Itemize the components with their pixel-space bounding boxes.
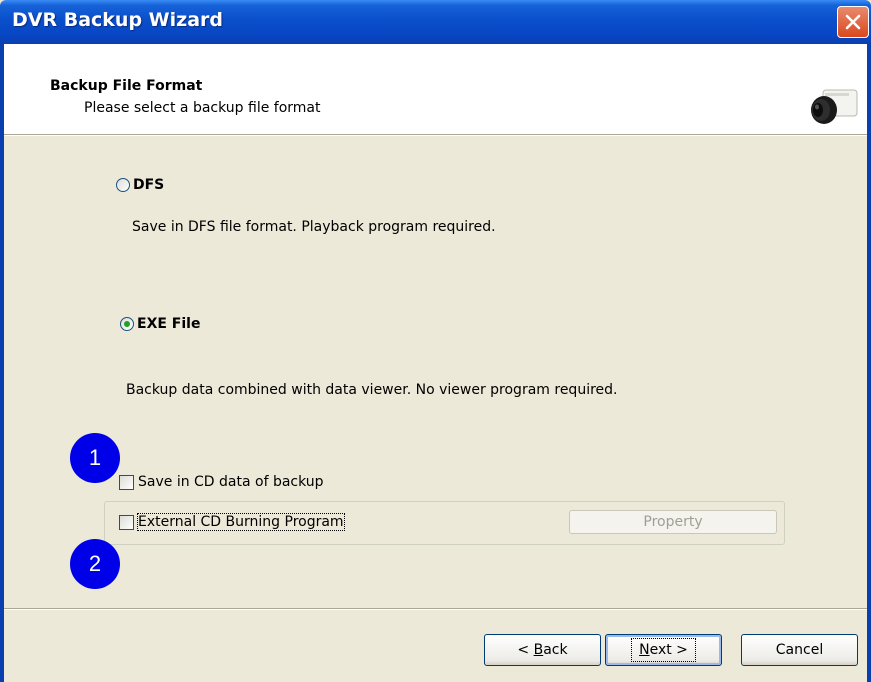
next-rest: ext > [649, 642, 688, 658]
page-title: Backup File Format [50, 78, 203, 94]
wizard-window: DVR Backup Wizard Backup File Format Ple… [0, 0, 871, 682]
page-subtitle: Please select a backup file format [84, 100, 321, 116]
exe-radio-option[interactable]: EXE File [120, 316, 200, 332]
save-cd-checkbox[interactable] [119, 474, 134, 490]
back-rest: ack [543, 642, 568, 658]
next-accel: N [639, 642, 650, 658]
property-button[interactable]: Property [569, 510, 777, 534]
back-accel: B [533, 642, 544, 658]
title-bar[interactable]: DVR Backup Wizard [0, 0, 871, 44]
exe-radio-label[interactable]: EXE File [137, 316, 200, 332]
back-button[interactable]: < Back [484, 634, 601, 666]
header-separator [4, 134, 867, 136]
next-button[interactable]: Next > [605, 634, 722, 666]
external-cd-checkbox[interactable] [119, 514, 134, 530]
external-cd-checkbox-row[interactable]: External CD Burning Program [119, 513, 345, 531]
external-cd-label[interactable]: External CD Burning Program [137, 513, 345, 531]
cancel-button-label: Cancel [775, 642, 824, 658]
dfs-radio-option[interactable]: DFS [116, 177, 164, 193]
exe-description: Backup data combined with data viewer. N… [126, 382, 618, 398]
callout-badge-1: 1 [70, 433, 120, 483]
callout-badge-2: 2 [70, 539, 120, 589]
wizard-header: Backup File Format Please select a backu… [4, 44, 867, 134]
window-title: DVR Backup Wizard [12, 9, 223, 31]
save-cd-label[interactable]: Save in CD data of backup [138, 474, 324, 490]
exe-radio[interactable] [120, 317, 134, 331]
dfs-description: Save in DFS file format. Playback progra… [132, 219, 496, 235]
save-cd-checkbox-row[interactable]: Save in CD data of backup [119, 474, 324, 490]
window-frame-right [867, 44, 871, 682]
back-button-label: < Back [513, 642, 571, 658]
close-button[interactable] [837, 6, 869, 38]
dfs-radio[interactable] [116, 178, 130, 192]
dfs-radio-label[interactable]: DFS [133, 177, 164, 193]
next-button-label: Next > [631, 638, 696, 662]
window-frame-left [0, 44, 4, 682]
camera-icon [809, 84, 859, 134]
cancel-button[interactable]: Cancel [741, 634, 858, 666]
footer-separator [4, 608, 867, 610]
back-prefix: < [517, 642, 534, 658]
